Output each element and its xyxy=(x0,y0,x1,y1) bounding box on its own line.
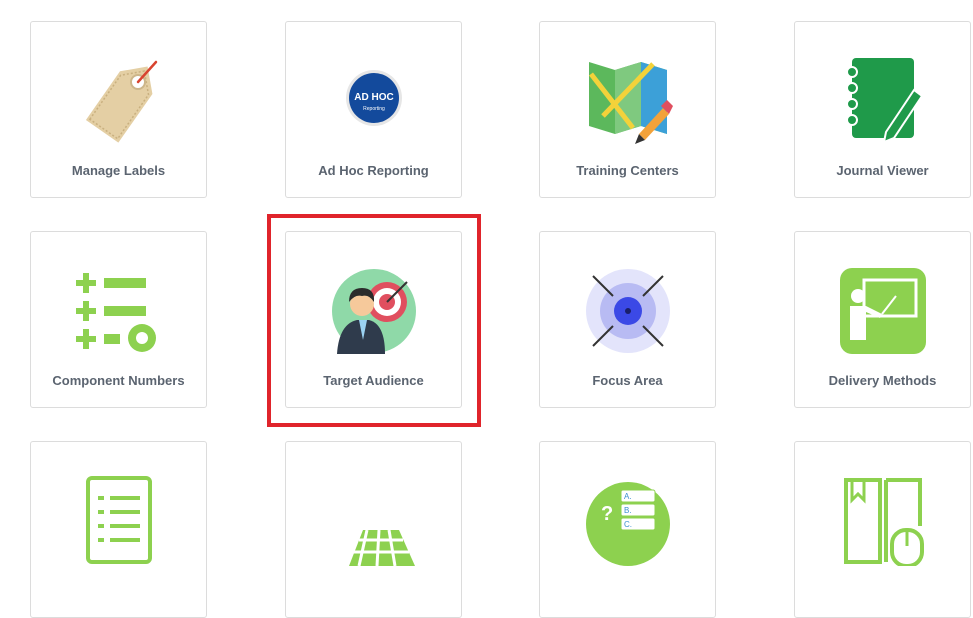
ruler-grid-icon xyxy=(329,476,419,566)
tile-target-audience[interactable]: Target Audience xyxy=(285,231,462,408)
map-pencil-icon xyxy=(583,56,673,146)
quiz-option-b: B. xyxy=(624,506,632,515)
plus-list-gear-icon xyxy=(74,266,164,356)
quiz-option-c: C. xyxy=(624,520,632,529)
quiz-option-a: A. xyxy=(624,492,632,501)
tile-manage-labels[interactable]: Manage Labels xyxy=(30,21,207,198)
notebook-pencil-icon xyxy=(838,56,928,146)
badge-subtitle: Reporting xyxy=(363,106,385,112)
book-mouse-icon xyxy=(838,476,928,566)
tile-label: Component Numbers xyxy=(52,373,185,388)
tile-label: Target Audience xyxy=(323,373,424,388)
tile-label: Delivery Methods xyxy=(828,373,937,388)
tag-icon xyxy=(74,56,164,146)
question-mark: ? xyxy=(601,503,613,525)
tile-checklist[interactable] xyxy=(30,441,207,618)
tile-label: Manage Labels xyxy=(71,163,166,178)
tile-focus-area[interactable]: Focus Area xyxy=(539,231,716,408)
badge-title: AD HOC xyxy=(354,92,393,103)
tile-label: Ad Hoc Reporting xyxy=(318,163,429,178)
tile-delivery-methods[interactable]: Delivery Methods xyxy=(794,231,971,408)
tile-book-mouse[interactable] xyxy=(794,441,971,618)
tile-component-numbers[interactable]: Component Numbers xyxy=(30,231,207,408)
focus-target-icon xyxy=(583,266,673,356)
tile-label: Journal Viewer xyxy=(836,163,929,178)
tile-quiz[interactable]: A. B. C. ? xyxy=(539,441,716,618)
tile-journal-viewer[interactable]: Journal Viewer xyxy=(794,21,971,198)
tile-label: Focus Area xyxy=(592,373,663,388)
teacher-board-icon xyxy=(838,266,928,356)
tile-label: Training Centers xyxy=(576,163,679,178)
person-target-icon xyxy=(329,266,419,356)
checklist-icon xyxy=(74,476,164,566)
tile-training-centers[interactable]: Training Centers xyxy=(539,21,716,198)
ad-hoc-badge-icon: AD HOC Reporting xyxy=(329,56,419,146)
tile-ruler-grid[interactable] xyxy=(285,441,462,618)
tile-ad-hoc-reporting[interactable]: AD HOC Reporting Ad Hoc Reporting xyxy=(285,21,462,198)
quiz-question-icon: A. B. C. ? xyxy=(583,476,673,566)
